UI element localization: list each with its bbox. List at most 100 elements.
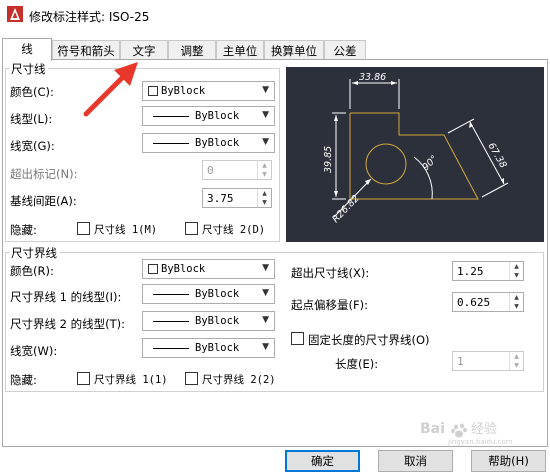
spin-up-icon[interactable]: ▲ (509, 352, 523, 361)
spin-down-icon[interactable]: ▼ (509, 361, 523, 370)
line-preview (153, 143, 189, 144)
chevron-down-icon: ▼ (262, 342, 269, 352)
svg-text:jingyan.baidu.com: jingyan.baidu.com (447, 438, 513, 446)
chevron-down-icon: ▼ (262, 110, 269, 120)
ext-suppress-label: 隐藏: (10, 373, 37, 387)
tab-alternate-units[interactable]: 换算单位 (264, 40, 324, 60)
tab-symbols-arrows[interactable]: 符号和箭头 (52, 40, 120, 60)
baseline-spacing-label: 基线间距(A): (10, 194, 77, 208)
dimension-preview: 33.86 39.85 67.38 90° R26.82 (286, 67, 544, 242)
ext-color-value: ByBlock (161, 263, 206, 275)
dim-linetype-label: 线型(L): (10, 112, 53, 126)
suppress-ext1-label: 尺寸界线 1(1) (94, 374, 168, 386)
app-icon (7, 6, 23, 22)
ext1-linetype-value: ByBlock (195, 288, 240, 300)
chevron-down-icon: ▼ (262, 288, 269, 298)
extend-ticks-label: 超出标记(N): (10, 167, 78, 181)
dim-lineweight-select[interactable]: ByBlock ▼ (142, 133, 275, 153)
footer-bar: 确定 取消 帮助(H) (0, 447, 550, 475)
preview-drawing: 33.86 39.85 67.38 90° R26.82 (323, 72, 509, 225)
annotation-arrow-icon (83, 62, 138, 117)
fixed-length-checkbox[interactable] (291, 332, 304, 345)
ext-lines-group-label: 尺寸界线 (9, 245, 59, 261)
help-button[interactable]: 帮助(H) (471, 450, 546, 472)
ext-lineweight-label: 线宽(W): (10, 344, 58, 358)
length-label: 长度(E): (335, 357, 379, 371)
extend-beyond-label: 超出尺寸线(X): (291, 266, 370, 280)
title-bar: 修改标注样式: ISO-25 (0, 0, 550, 30)
dim-lineweight-label: 线宽(G): (10, 139, 55, 153)
ext-lineweight-select[interactable]: ByBlock ▼ (142, 338, 275, 358)
spin-down-icon[interactable]: ▼ (257, 170, 271, 179)
suppress-ext1-checkbox[interactable] (77, 372, 90, 385)
preview-dim-radius: R26.82 (330, 193, 361, 225)
ext1-linetype-label: 尺寸界线 1 的线型(I): (10, 290, 122, 304)
baidu-watermark-logo: Bai 经验 jingyan.baidu.com (420, 421, 513, 446)
window-title: 修改标注样式: ISO-25 (29, 10, 150, 24)
ext-color-label: 颜色(R): (10, 264, 54, 278)
spin-up-icon[interactable]: ▲ (257, 189, 271, 198)
tab-tolerances[interactable]: 公差 (324, 40, 366, 60)
length-value: 1 (457, 355, 464, 368)
ext2-linetype-select[interactable]: ByBlock ▼ (142, 311, 275, 331)
tab-fit[interactable]: 调整 (168, 40, 216, 60)
preview-dim-top: 33.86 (359, 72, 386, 83)
dim-suppress-label: 隐藏: (10, 223, 37, 237)
color-swatch (148, 264, 158, 274)
cancel-button[interactable]: 取消 (378, 450, 453, 472)
offset-origin-label: 起点偏移量(F): (291, 298, 368, 312)
offset-origin-value: 0.625 (457, 296, 491, 309)
chevron-down-icon: ▼ (262, 315, 269, 325)
extend-beyond-value: 1.25 (457, 265, 484, 278)
spin-up-icon[interactable]: ▲ (509, 262, 523, 271)
spin-up-icon[interactable]: ▲ (509, 293, 523, 302)
ext1-linetype-select[interactable]: ByBlock ▼ (142, 284, 275, 304)
baseline-spacing-value: 3.75 (207, 192, 234, 205)
preview-dim-angle: 90° (420, 153, 440, 173)
ext-color-select[interactable]: ByBlock ▼ (142, 259, 275, 279)
dim-lineweight-value: ByBlock (195, 137, 240, 149)
spin-down-icon[interactable]: ▼ (509, 302, 523, 311)
line-preview (153, 321, 189, 322)
svg-text:Bai: Bai (420, 421, 445, 437)
ext2-linetype-value: ByBlock (195, 315, 240, 327)
ok-button[interactable]: 确定 (285, 450, 360, 472)
suppress-ext2-label: 尺寸界线 2(2) (202, 374, 276, 386)
fixed-length-label: 固定长度的尺寸界线(O) (308, 333, 430, 347)
dim-color-label: 颜色(C): (10, 85, 54, 99)
preview-dim-left: 39.85 (323, 146, 334, 173)
tab-primary-units[interactable]: 主单位 (216, 40, 264, 60)
spin-down-icon[interactable]: ▼ (509, 271, 523, 280)
chevron-down-icon: ▼ (262, 85, 269, 95)
spin-down-icon[interactable]: ▼ (257, 198, 271, 207)
chevron-down-icon: ▼ (262, 137, 269, 147)
suppress-dim2-label: 尺寸线 2(D) (202, 224, 266, 236)
baseline-spacing-spinner[interactable]: 3.75 ▲ ▼ (202, 188, 272, 208)
dim-lines-group-label: 尺寸线 (9, 61, 48, 77)
suppress-ext2-checkbox[interactable] (185, 372, 198, 385)
line-preview (153, 348, 189, 349)
dim-linetype-select[interactable]: ByBlock ▼ (142, 106, 275, 126)
tab-strip: 线 符号和箭头 文字 调整 主单位 换算单位 公差 (0, 38, 550, 61)
extend-ticks-spinner[interactable]: 0 ▲ ▼ (202, 160, 272, 180)
tab-text[interactable]: 文字 (120, 40, 168, 60)
chevron-down-icon: ▼ (262, 263, 269, 273)
ext-lineweight-value: ByBlock (195, 342, 240, 354)
extend-beyond-spinner[interactable]: 1.25 ▲ ▼ (452, 261, 524, 281)
svg-text:经验: 经验 (471, 421, 497, 437)
suppress-dim2-checkbox[interactable] (185, 222, 198, 235)
length-spinner[interactable]: 1 ▲ ▼ (452, 351, 524, 371)
spin-up-icon[interactable]: ▲ (257, 161, 271, 170)
line-preview (153, 294, 189, 295)
suppress-dim1-checkbox[interactable] (77, 222, 90, 235)
dim-linetype-value: ByBlock (195, 110, 240, 122)
dim-color-value: ByBlock (161, 85, 206, 97)
extend-ticks-value: 0 (207, 164, 214, 177)
color-swatch (148, 86, 158, 96)
offset-origin-spinner[interactable]: 0.625 ▲ ▼ (452, 292, 524, 312)
line-preview (153, 116, 189, 117)
suppress-dim1-label: 尺寸线 1(M) (94, 224, 158, 236)
dim-color-select[interactable]: ByBlock ▼ (142, 81, 275, 101)
ext2-linetype-label: 尺寸界线 2 的线型(T): (10, 317, 125, 331)
tab-lines[interactable]: 线 (2, 38, 52, 61)
